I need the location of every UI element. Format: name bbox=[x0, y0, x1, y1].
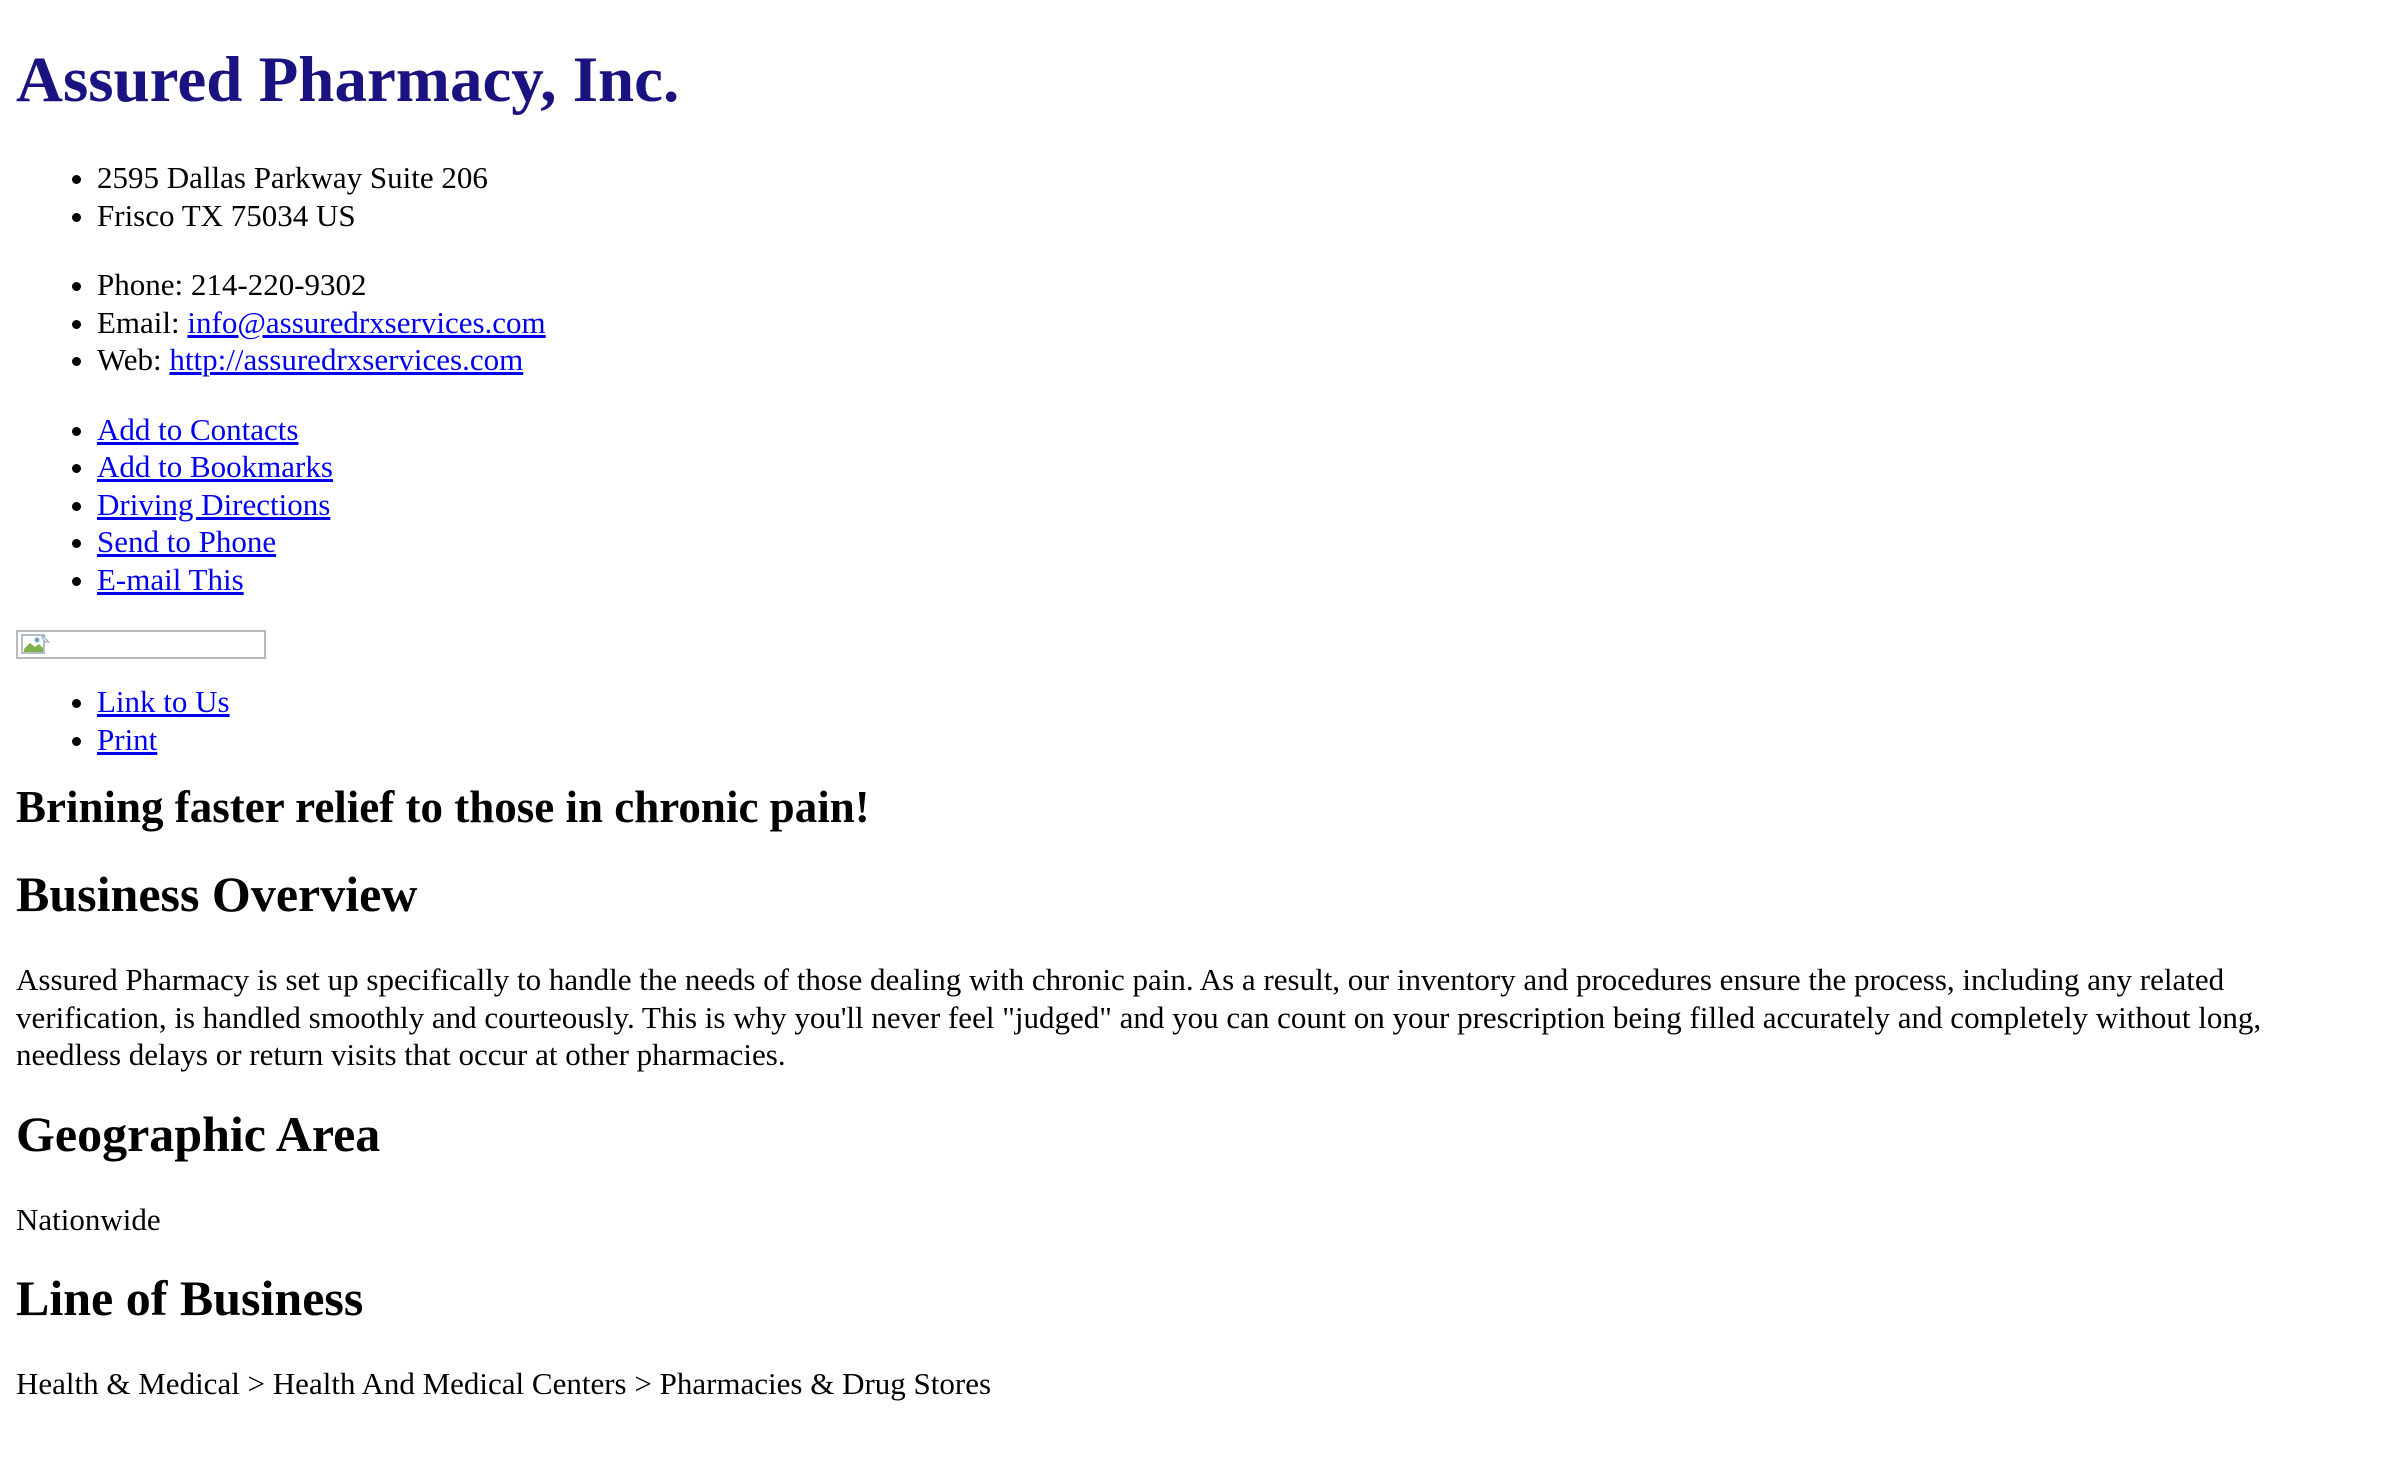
list-item: Print bbox=[97, 721, 2376, 759]
extra-links-list: Link to Us Print bbox=[16, 683, 2376, 758]
list-item: Link to Us bbox=[97, 683, 2376, 721]
print-link[interactable]: Print bbox=[97, 722, 157, 757]
email-item: Email: info@assuredrxservices.com bbox=[97, 304, 2376, 342]
contact-list: Phone: 214-220-9302 Email: info@assuredr… bbox=[16, 266, 2376, 379]
business-overview-text: Assured Pharmacy is set up specifically … bbox=[16, 962, 2262, 1072]
list-item: Driving Directions bbox=[97, 486, 2376, 524]
add-to-contacts-link[interactable]: Add to Contacts bbox=[97, 412, 299, 447]
list-item: E-mail This bbox=[97, 561, 2376, 599]
address-line-1: 2595 Dallas Parkway Suite 206 bbox=[97, 159, 2376, 197]
phone-label: Phone: bbox=[97, 267, 191, 302]
list-item: Send to Phone bbox=[97, 523, 2376, 561]
email-link[interactable]: info@assuredrxservices.com bbox=[187, 305, 545, 340]
email-this-link[interactable]: E-mail This bbox=[97, 562, 244, 597]
geographic-area-heading: Geographic Area bbox=[16, 1105, 381, 1162]
badge-image[interactable] bbox=[16, 630, 266, 659]
add-to-bookmarks-link[interactable]: Add to Bookmarks bbox=[97, 449, 333, 484]
company-title: Assured Pharmacy, Inc. bbox=[16, 44, 680, 116]
address-line-2: Frisco TX 75034 US bbox=[97, 197, 2376, 235]
phone-item: Phone: 214-220-9302 bbox=[97, 266, 2376, 304]
address-list: 2595 Dallas Parkway Suite 206 Frisco TX … bbox=[16, 159, 2376, 234]
email-label: Email: bbox=[97, 304, 188, 340]
list-item: Add to Contacts bbox=[97, 411, 2376, 449]
business-profile-page: Assured Pharmacy, Inc. 2595 Dallas Parkw… bbox=[16, 0, 2376, 1403]
link-to-us-link[interactable]: Link to Us bbox=[97, 684, 230, 719]
list-item: Add to Bookmarks bbox=[97, 448, 2376, 486]
geographic-area-text: Nationwide bbox=[16, 1201, 161, 1237]
tagline-heading: Brining faster relief to those in chroni… bbox=[16, 782, 870, 832]
website-link[interactable]: http://assuredrxservices.com bbox=[169, 342, 523, 377]
web-item: Web: http://assuredrxservices.com bbox=[97, 341, 2376, 379]
send-to-phone-link[interactable]: Send to Phone bbox=[97, 524, 276, 559]
driving-directions-link[interactable]: Driving Directions bbox=[97, 487, 330, 522]
business-overview-heading: Business Overview bbox=[16, 866, 418, 922]
phone-number: 214-220-9302 bbox=[190, 267, 367, 302]
line-of-business-text: Health & Medical > Health And Medical Ce… bbox=[16, 1366, 992, 1401]
line-of-business-heading: Line of Business bbox=[16, 1270, 364, 1326]
web-label: Web: bbox=[97, 342, 170, 377]
broken-image-icon bbox=[21, 634, 51, 654]
action-links-list: Add to Contacts Add to Bookmarks Driving… bbox=[16, 411, 2376, 599]
